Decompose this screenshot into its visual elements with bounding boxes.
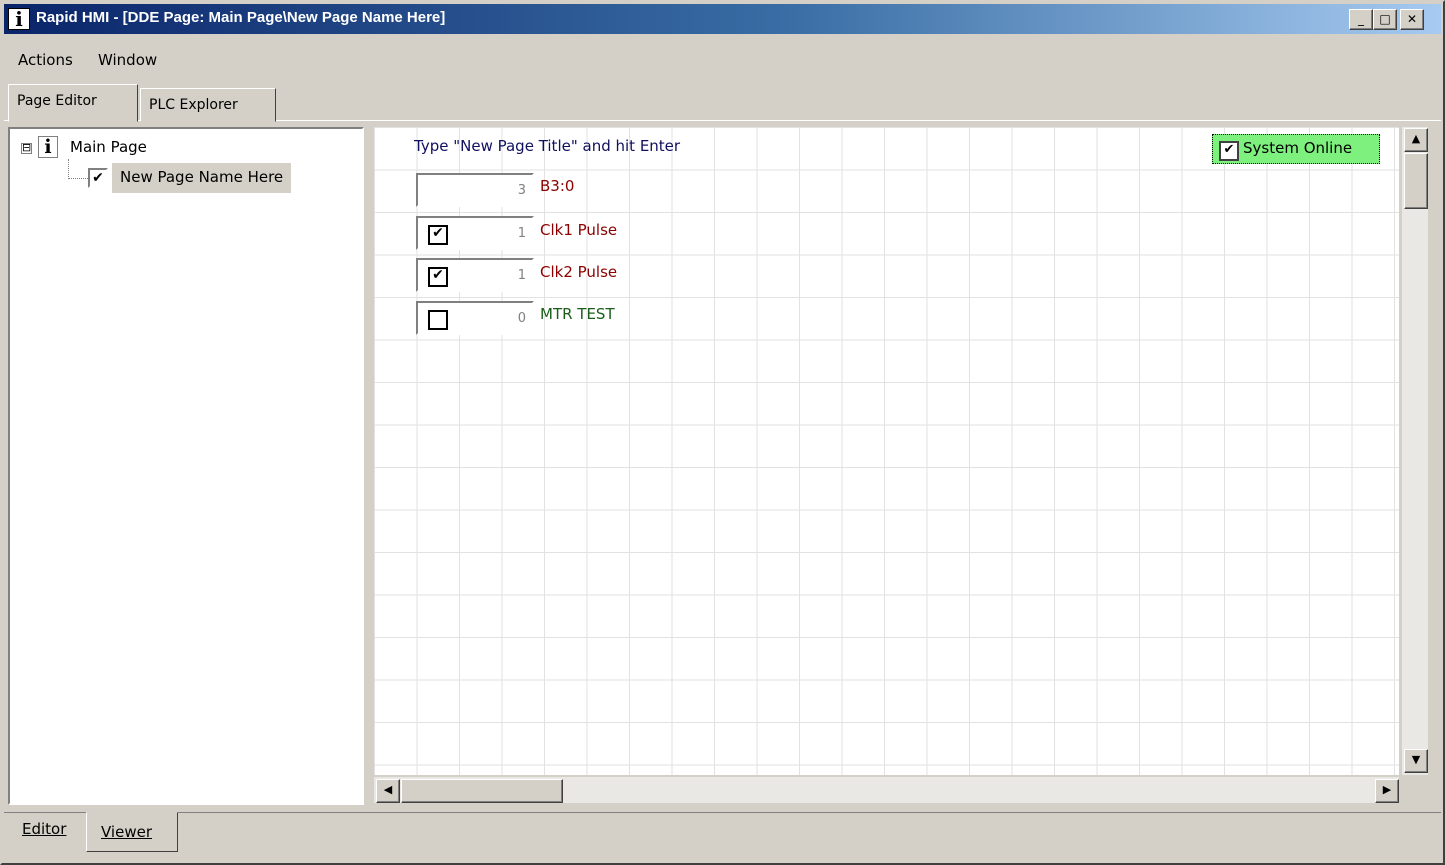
panel-splitter[interactable]	[364, 127, 374, 805]
tag-label-clk2: Clk2 Pulse	[540, 263, 618, 281]
menu-window[interactable]: Window	[98, 51, 157, 69]
value-box-mtr-test[interactable]: 0	[416, 301, 534, 335]
value-box-clk1[interactable]: ✔ 1	[416, 216, 534, 250]
minimize-button[interactable]: _	[1349, 9, 1373, 30]
close-button[interactable]: ✕	[1400, 9, 1424, 30]
vertical-scrollbar[interactable]	[1402, 127, 1428, 775]
page-info-icon: i	[38, 136, 58, 158]
checkbox-mtr-test[interactable]	[428, 310, 448, 330]
tree-connector	[68, 159, 69, 179]
collapse-icon[interactable]: ⊟	[21, 142, 32, 154]
tag-label-clk1: Clk1 Pulse	[540, 221, 618, 239]
scroll-left-icon[interactable]: ◀	[376, 779, 400, 803]
horizontal-scroll-thumb[interactable]	[401, 779, 563, 803]
scroll-up-icon[interactable]: ▲	[1404, 128, 1428, 152]
menu-actions[interactable]: Actions	[18, 51, 73, 69]
vertical-scroll-thumb[interactable]	[1404, 153, 1428, 209]
tab-page-editor[interactable]: Page Editor	[8, 84, 138, 122]
system-online-label: System Online	[1243, 139, 1353, 157]
tree-item-new-page[interactable]: New Page Name Here	[112, 163, 292, 193]
tree-item-main-page[interactable]: Main Page	[70, 138, 147, 156]
value-readout: 1	[517, 226, 526, 241]
value-readout: 0	[517, 311, 526, 326]
value-box-b30[interactable]: 3	[416, 173, 534, 207]
value-readout: 3	[517, 183, 526, 198]
checkbox-clk2[interactable]: ✔	[428, 267, 448, 287]
tag-label-b30: B3:0	[540, 177, 575, 195]
system-online-toggle[interactable]: ✔ System Online	[1212, 134, 1380, 164]
scroll-down-icon[interactable]: ▼	[1404, 749, 1428, 773]
tag-label-mtr-test: MTR TEST	[540, 305, 615, 323]
tab-plc-explorer[interactable]: PLC Explorer	[140, 88, 276, 122]
value-box-clk2[interactable]: ✔ 1	[416, 258, 534, 292]
system-online-checkbox[interactable]: ✔	[1219, 141, 1239, 161]
page-title-hint[interactable]: Type "New Page Title" and hit Enter	[414, 137, 680, 155]
window-title: Rapid HMI - [DDE Page: Main Page\New Pag…	[36, 9, 446, 26]
value-readout: 1	[517, 268, 526, 283]
tree-item-checkbox[interactable]: ✔	[88, 168, 108, 188]
tab-viewer[interactable]: Viewer	[86, 812, 178, 852]
page-tree[interactable]: ⊟ i Main Page ✔ New Page Name Here	[8, 127, 364, 805]
tree-connector	[68, 178, 88, 179]
app-info-icon[interactable]: i	[8, 8, 30, 30]
bottom-tab-divider	[4, 812, 1441, 813]
menu-bar: Actions Window	[0, 45, 1445, 75]
tab-editor[interactable]: Editor	[8, 814, 86, 848]
maximize-button[interactable]: □	[1373, 9, 1397, 30]
page-canvas[interactable]: Type "New Page Title" and hit Enter 3 B3…	[374, 127, 1399, 775]
scroll-right-icon[interactable]: ▶	[1375, 779, 1399, 803]
checkbox-clk1[interactable]: ✔	[428, 225, 448, 245]
